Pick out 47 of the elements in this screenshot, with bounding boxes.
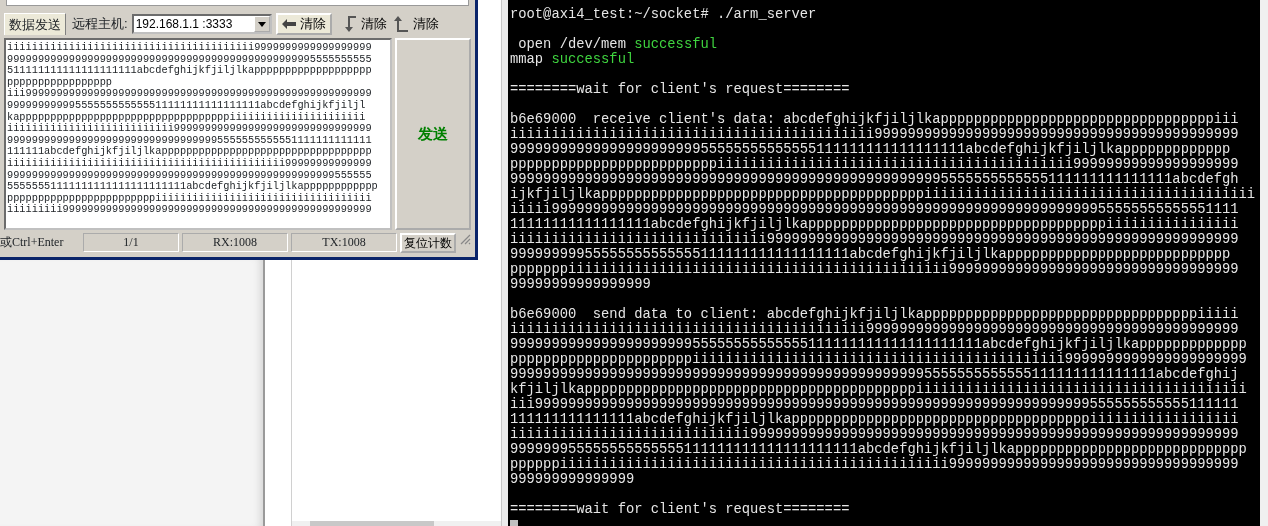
terminal-line: pppppppiiiiiiiiiiiiiiiiiiiiiiiiiiiiiiiiiiiiiiiiiiiiii99999999999999999999999999999999999 — [510, 262, 1240, 277]
terminal-line: 99999999955555555555555111111111111111111abcdefghijkfjiljlkappppppppppppppppppppppppppp — [510, 247, 1232, 262]
dropdown-arrow-icon — [257, 21, 266, 27]
terminal-text: successful — [551, 52, 635, 67]
terminal-line: ppppppppppppppppppppppiiiiiiiiiiiiiiiiiiiiiiiiiiiiiiiiiiiiiiiiiiiii9999999999999999999999 — [510, 352, 1248, 367]
field-label: 远程主机: — [71, 15, 128, 34]
terminal-text: open /dev/mem — [517, 37, 627, 52]
terminal-line: ijkfjiljlkapppppppppppppppppppppppppppppppppppppppiiiiiiiiiiiiiiiiiiiiiiiiiiiiiiiiiiiiiiii — [510, 187, 1257, 202]
terminal-line: 99999999999999999 — [510, 277, 652, 292]
terminal-text: mmap — [510, 52, 545, 67]
terminal-line: iiiiiiiiiiiiiiiiiiiiiiiiiiiiiii999999999999999999999999999999999999999999999999999999999 — [510, 232, 1240, 247]
terminal-line: 111111111111111abcdefghijkfjiljlkappppppppppppppppppppppppppppppppppppiiiiiiiiiiiiiiiiii — [510, 412, 1240, 427]
terminal-line: pppppppppppppppppppppppppiiiiiiiiiiiiiiiiiiiiiiiiiiiiiiiiiiiiiiiiiii99999999999999999999 — [510, 157, 1240, 172]
tab[interactable]: 数据发送 — [4, 12, 66, 36]
terminal-text: successful — [634, 37, 717, 52]
terminal-line: 11111111111111111abcdefghijkfjiljlkappppppppppppppppppppppppppppppppppppiiiiiiiiiiiiiiii — [510, 217, 1240, 232]
terminal-line: ========wait for client's request======== — [510, 502, 851, 517]
page-counter: 1/1 — [83, 233, 179, 252]
terminal-line: b6e69000 receive client's data: abcdefghijkfjiljlkapppppppppppppppppppppppppppppppppiii — [510, 112, 1240, 127]
terminal-line: ========wait for client's request======== — [510, 82, 851, 97]
clear-button[interactable]: 清除 — [339, 14, 388, 34]
resize-grip-icon — [459, 233, 471, 245]
terminal-line: 99999999999999999999999999999999999999999999999999995555555555555111111111111111abcdefgh — [510, 172, 1240, 187]
reset-count-button[interactable]: 复位计数 — [400, 233, 456, 253]
left-arrow-icon — [281, 19, 296, 29]
rx-counter: RX:1008 — [182, 233, 288, 252]
terminal-line: iii9999999999999999999999999999999999999999999999999999999999999999999555555555555111111 — [510, 397, 1240, 412]
terminal-line: 999999999999999999999999999999999999999999999999995555555555555111111111111111abcdefghij — [510, 367, 1240, 382]
remote-host-select[interactable]: 192.168.1.1 :3333 — [131, 14, 272, 34]
clear-button[interactable]: 清除 — [275, 13, 332, 35]
terminal-line: 999999999999999999999955555555555555111111111111111111111abcdefghijkfjiljlkappppppppppppp — [510, 337, 1248, 352]
terminal-line: iiiiiiiiiiiiiiiiiiiiiiiiiiiiiiiiiiiiiiiiiii999999999999999999999999999999999999999999999 — [510, 322, 1240, 337]
terminal-line: root@axi4_test:~/socket# ./arm_server — [510, 7, 818, 22]
hint-text: 或Ctrl+Enter — [0, 234, 65, 251]
terminal-line: kfjiljlkappppppppppppppppppppppppppppppppppppppppiiiiiiiiiiiiiiiiiiiiiiiiiiiiiiiiiiiiiiii — [510, 382, 1248, 397]
tx-counter: TX:1008 — [291, 233, 397, 252]
terminal-line: 9999999999999999999999955555555555555111111111111111111abcdefghijkfjiljlkappppppppppppp — [510, 142, 1232, 157]
terminal-line: 999999999999999 — [510, 472, 636, 487]
terminal-line: iiiiiiiiiiiiiiiiiiiiiiiiiiiiiiiiiiiiiiiiiiii99999999999999999999999999999999999999999999 — [510, 127, 1240, 142]
clear-button[interactable]: 清除 — [391, 14, 440, 34]
send-text-field[interactable]: iiiiiiiiiiiiiiiiiiiiiiiiiiiiiiiiiiiiiiii9999999999999999999 99999999999999999999999999999999999999999999999995555555555 511111111111111111111abcdefghijkfjiljlkappppppppppppppppppp ppppppppppppppppp iii99999999999999999999999999999999999999999999999999999999 99999999999555555555555511111111111111111abcdefghijkfjiljl kappppppppppppppppppppppppppppppppppiiiiiiiiiiiiiiiiiiiiii iiiiiiiiiiiiiiiiiiiiiiiiiii99999999999999999999999999999999 99999999999999999999999999999999995555555555551111111111111 111111abcdefghijkfjiljlkapppppppppppppppppppppppppppppppppp iiiiiiiiiiiiiiiiiiiiiiiiiiiiiiiiiiiiiiiiiiiii99999999999999 99999999999999999999999999999999999999999999999999999555555 55555551111111111111111111111abcdefghijkfjiljlkapppppppppppp ppppppppppppppppppppppppiiiiiiiiiiiiiiiiiiiiiiiiiiiiiiiiiii iiiiiiiii99999999999999999999999999999999999999999999999999 — [4, 38, 392, 230]
terminal-line: iiiiiiiiiiiiiiiiiiiiiiiiiiiii99999999999999999999999999999999999999999999999999999999999 — [510, 427, 1240, 442]
terminal-line: b6e69000 send data to client: abcdefghijkfjiljlkapppppppppppppppppppppppppppppppppiiiii — [510, 307, 1240, 322]
up-arrow-icon — [392, 15, 409, 33]
terminal-line: ppppppiiiiiiiiiiiiiiiiiiiiiiiiiiiiiiiiiiiiiiiiiiiiiii99999999999999999999999999999999999 — [510, 457, 1240, 472]
terminal-line: iiiii99999999999999999999999999999999999999999999999999999999999999999955555555555551111 — [510, 202, 1240, 217]
terminal-line: 999999955555555555555111111111111111111111abcdefghijkfjiljlkapppppppppppppppppppppppppppp — [510, 442, 1248, 457]
